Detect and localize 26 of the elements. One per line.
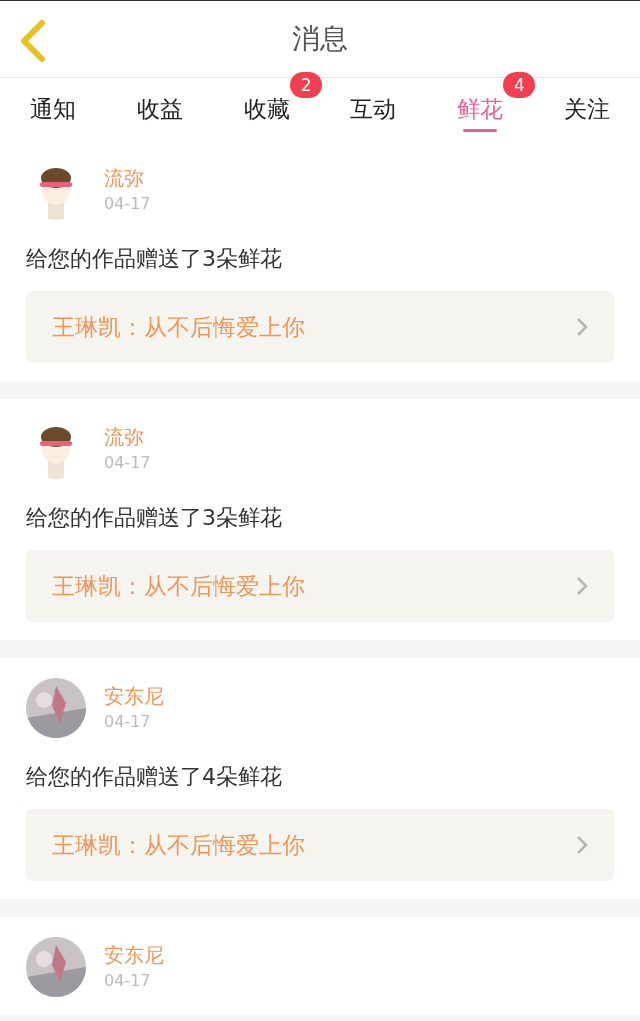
message-text: 给您的作品赠送了3朵鲜花 — [26, 505, 282, 530]
message-date: 04-17 — [104, 711, 152, 733]
chevron-icon — [576, 317, 588, 337]
count-badge: 2 — [290, 72, 323, 98]
tab[interactable]: 互动 — [333, 78, 414, 140]
tab[interactable]: 收益 — [120, 78, 200, 140]
message-date: 04-17 — [104, 970, 152, 992]
chevron-icon — [576, 835, 588, 855]
user-name[interactable]: 流弥 — [104, 164, 151, 192]
message-date: 04-17 — [104, 452, 151, 474]
tab[interactable]: 关注 — [546, 78, 627, 140]
tab[interactable]: 通知 — [13, 78, 94, 140]
user-name[interactable]: 流弥 — [104, 423, 151, 451]
chevron-icon — [576, 576, 588, 596]
count-badge: 4 — [503, 72, 536, 98]
tab-underline — [463, 129, 497, 132]
work-link[interactable]: 王琳凯：从不后悔爱上你 — [26, 291, 614, 363]
work-link[interactable]: 王琳凯：从不后悔爱上你 — [26, 550, 614, 622]
back-icon[interactable] — [18, 19, 48, 63]
user-name[interactable]: 安东尼 — [104, 682, 164, 710]
page-title: 消息 — [292, 22, 348, 55]
message-text: 给您的作品赠送了3朵鲜花 — [26, 246, 282, 271]
work-link[interactable]: 王琳凯：从不后悔爱上你 — [26, 809, 614, 881]
message-text: 给您的作品赠送了4朵鲜花 — [26, 764, 282, 789]
message-date: 04-17 — [104, 193, 151, 215]
user-name[interactable]: 安东尼 — [104, 941, 164, 969]
